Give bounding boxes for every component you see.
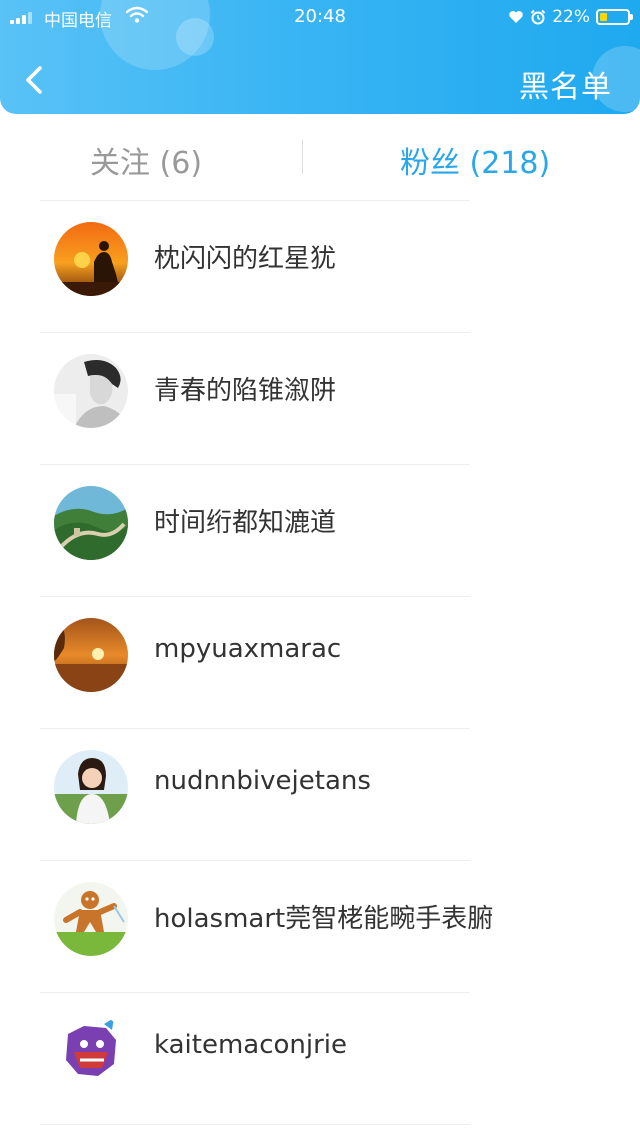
list-item[interactable]: 时间绗都知漉道 <box>0 464 640 596</box>
girl-avatar <box>54 750 128 824</box>
tab-divider <box>302 140 303 174</box>
fan-name: kaitemaconjrie <box>154 1030 348 1060</box>
gingerbread-avatar <box>54 882 128 956</box>
buddha-sunset-avatar <box>54 222 128 296</box>
top-nav-bar: 中国电信 20:48 22% 黑名单 <box>0 0 640 114</box>
list-end-divider <box>0 1124 640 1138</box>
cartoon-monster-avatar <box>54 1014 128 1088</box>
fan-name: mpyuaxmarac <box>154 634 342 664</box>
chevron-left-icon[interactable] <box>18 60 52 100</box>
blacklist-button[interactable]: 黑名单 <box>519 62 612 106</box>
fan-name: 时间绗都知漉道 <box>154 508 337 538</box>
list-item[interactable]: kaitemaconjrie <box>0 992 640 1124</box>
fan-name: 青春的陷锥溆阱 <box>154 376 337 406</box>
list-item[interactable]: 青春的陷锥溆阱 <box>0 332 640 464</box>
status-bar: 中国电信 20:48 22% <box>0 0 640 34</box>
list-item[interactable]: 枕闪闪的红星犹 <box>0 200 640 332</box>
sunset-avatar <box>54 618 128 692</box>
list-item[interactable]: holasmart莞智栳能畹手表腑 <box>0 860 640 992</box>
fan-name: holasmart莞智栳能畹手表腑 <box>154 904 494 934</box>
fan-name: 枕闪闪的红星犹 <box>154 244 337 274</box>
battery-icon <box>596 9 633 25</box>
list-item[interactable]: nudnnbivejetans <box>0 728 640 860</box>
tab-bar: 关注 (6) 粉丝 (218) <box>0 114 640 204</box>
alarm-icon <box>530 9 546 25</box>
great-wall-avatar <box>54 486 128 560</box>
heart-icon <box>509 11 523 23</box>
portrait-bw-avatar <box>54 354 128 428</box>
battery-percent: 22% <box>552 7 590 27</box>
tab-fans[interactable]: 粉丝 (218) <box>400 138 550 182</box>
tab-following[interactable]: 关注 (6) <box>90 138 202 182</box>
fan-name: nudnnbivejetans <box>154 766 371 796</box>
list-item[interactable]: mpyuaxmarac <box>0 596 640 728</box>
